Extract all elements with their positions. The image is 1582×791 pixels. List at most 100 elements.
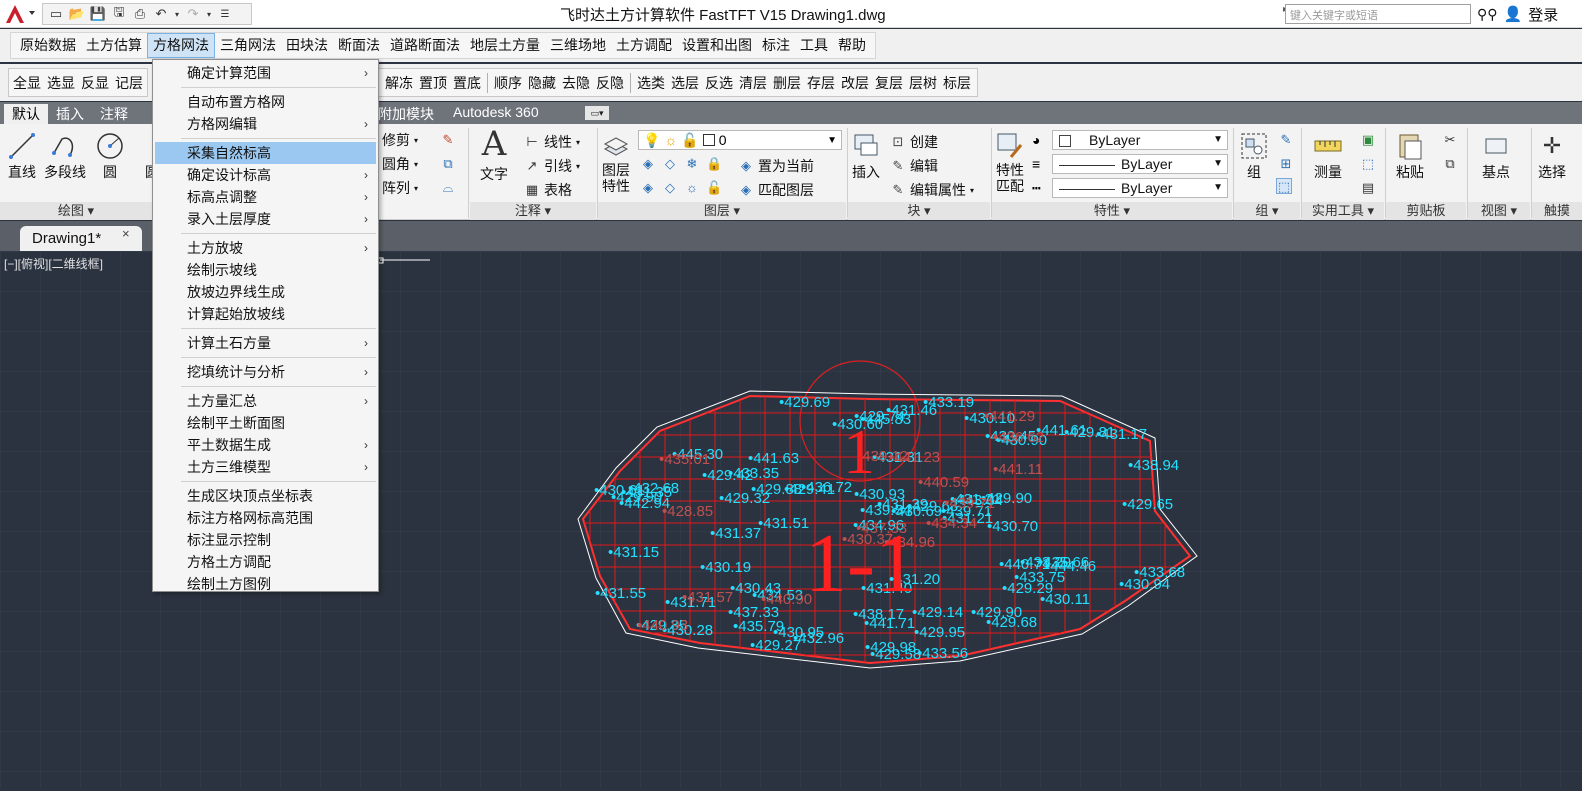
copy-object-icon[interactable]: ⧉	[440, 156, 456, 172]
draw-panel-label[interactable]: 绘图 ▾	[0, 202, 152, 220]
toolbar-button[interactable]: 去隐	[562, 73, 590, 93]
toolbar-button[interactable]: 复层	[875, 73, 903, 93]
dropdown-menu-item[interactable]: 土方三维模型 ›	[153, 456, 378, 478]
layer-unisolate-icon[interactable]: ◇	[662, 180, 678, 196]
group-select-icon[interactable]: ⬚	[1276, 178, 1292, 194]
toolbar-button[interactable]: 顺序	[494, 73, 522, 93]
line-tool[interactable]: 直线	[6, 130, 38, 182]
layer-on-icon[interactable]: ◈	[640, 180, 656, 196]
menu-item[interactable]: 三维场地	[545, 33, 611, 58]
group-panel-label[interactable]: 组 ▾	[1234, 202, 1300, 220]
menu-item[interactable]: 原始数据	[15, 33, 81, 58]
dropdown-menu-item[interactable]: 平土数据生成 ›	[153, 434, 378, 456]
print-icon[interactable]: ⎙	[131, 5, 149, 23]
layer-off-icon[interactable]: ◈	[640, 156, 656, 172]
dropdown-menu-item[interactable]: 标注显示控制	[153, 529, 378, 551]
dropdown-menu-item[interactable]: 标高点调整 ›	[153, 186, 378, 208]
dropdown-menu-item[interactable]: 确定计算范围 ›	[153, 62, 378, 84]
dropdown-menu-item[interactable]: 土方放坡 ›	[153, 237, 378, 259]
toolbar-button[interactable]: 层树	[909, 73, 937, 93]
touch-panel-label[interactable]: 触摸	[1532, 202, 1582, 220]
linetype-dropdown[interactable]: ByLayer ▼	[1052, 178, 1228, 198]
layer-freeze-icon[interactable]: ❄	[684, 156, 700, 172]
circle-tool[interactable]: 圆	[94, 130, 126, 182]
edit-block-tool[interactable]: ✎ 编辑	[890, 156, 938, 176]
binoculars-icon[interactable]: ⚲⚲	[1477, 6, 1498, 23]
toolbar-button[interactable]: 反显	[81, 73, 109, 93]
calculator-icon[interactable]: ▤	[1360, 180, 1376, 196]
layer-dropdown[interactable]: 💡 ☼ 🔓 0 ▼	[638, 130, 842, 150]
toolbar-button[interactable]: 清层	[739, 73, 767, 93]
dropdown-menu-item[interactable]: 生成区块顶点坐标表	[153, 485, 378, 507]
user-icon[interactable]: 👤	[1504, 5, 1523, 23]
measure-tool[interactable]: 测量	[1312, 130, 1344, 182]
ungroup-icon[interactable]: ⊞	[1278, 156, 1294, 172]
dropdown-menu-item[interactable]: 计算起始放坡线	[153, 303, 378, 325]
menu-item[interactable]: 标注	[757, 33, 795, 58]
toolbar-button[interactable]: 选类	[637, 73, 665, 93]
layer-unlock-icon[interactable]: 🔓	[706, 180, 722, 196]
viewport-controls[interactable]: [−][俯视][二维线框]	[4, 255, 103, 272]
redo-icon[interactable]: ↷	[184, 5, 202, 23]
close-tab-icon[interactable]: ×	[122, 226, 130, 241]
create-block-tool[interactable]: ⊡ 创建	[890, 132, 938, 152]
set-current-tool[interactable]: ◈ 置为当前	[738, 156, 814, 176]
utilities-panel-label[interactable]: 实用工具 ▾	[1302, 202, 1384, 220]
text-tool[interactable]: A 文字	[478, 124, 510, 184]
new-file-icon[interactable]: ▭	[47, 5, 65, 23]
menu-item-highlighted[interactable]: 采集自然标高	[155, 142, 376, 164]
base-point-tool[interactable]: 基点	[1480, 130, 1512, 182]
toolbar-button[interactable]: 存层	[807, 73, 835, 93]
menu-item[interactable]: 田块法	[281, 33, 333, 58]
undo-icon[interactable]: ↶	[152, 5, 170, 23]
save-as-icon[interactable]: 🖫	[110, 4, 128, 23]
fillet-tool[interactable]: 圆角 ▾	[382, 154, 418, 174]
toolbar-button[interactable]: 选显	[47, 73, 75, 93]
dropdown-menu-item[interactable]: 方格土方调配	[153, 551, 378, 573]
layer-thaw-icon[interactable]: ☼	[684, 180, 700, 196]
block-panel-label[interactable]: 块 ▾	[848, 202, 990, 220]
search-input[interactable]: 键入关键字或短语	[1285, 4, 1471, 24]
group-tool[interactable]: 组	[1238, 130, 1270, 182]
menu-item-active[interactable]: 方格网法	[147, 33, 215, 58]
toolbar-button[interactable]: 记层	[115, 73, 143, 93]
match-properties-tool[interactable]: 特性匹配	[994, 130, 1026, 192]
ribbon-options-icon[interactable]: ▭▾	[585, 106, 609, 120]
dropdown-menu-item[interactable]: 确定设计标高 ›	[153, 164, 378, 186]
customize-dropdown-icon[interactable]: ☰	[216, 5, 234, 23]
dropdown-menu-item[interactable]: 绘制平土断面图	[153, 412, 378, 434]
color-dropdown[interactable]: ByLayer ▼	[1052, 130, 1228, 150]
select-all-icon[interactable]: ⬚	[1360, 156, 1376, 172]
tab-addins[interactable]: 附加模块	[378, 104, 434, 124]
app-logo-button[interactable]	[2, 2, 40, 26]
tab-default[interactable]: 默认	[4, 104, 48, 124]
toolbar-button[interactable]: 选层	[671, 73, 699, 93]
polyline-tool[interactable]: 多段线	[44, 130, 86, 182]
quick-select-icon[interactable]: ▣	[1360, 132, 1376, 148]
menu-item[interactable]: 三角网法	[215, 33, 281, 58]
save-icon[interactable]: 💾	[89, 5, 107, 23]
undo-dropdown-icon[interactable]: ▾	[173, 5, 181, 23]
linear-dim-tool[interactable]: ⊢ 线性 ▾	[524, 132, 580, 152]
trim-tool[interactable]: 修剪 ▾	[382, 130, 418, 150]
toolbar-button[interactable]: 删层	[773, 73, 801, 93]
annotation-panel-label[interactable]: 注释 ▾	[470, 202, 596, 220]
open-folder-icon[interactable]: 📂	[68, 5, 86, 23]
toolbar-button[interactable]: 置底	[453, 73, 481, 93]
insert-block-tool[interactable]: 插入	[850, 130, 882, 182]
edit-attribute-tool[interactable]: ✎ 编辑属性 ▾	[890, 180, 974, 200]
toolbar-button[interactable]: 标层	[943, 73, 971, 93]
dropdown-menu-item[interactable]: 绘制土方图例	[153, 573, 378, 595]
table-tool[interactable]: ▦ 表格	[524, 180, 572, 200]
toolbar-button[interactable]: 反隐	[596, 73, 624, 93]
layer-properties-tool[interactable]: 图层特性	[600, 130, 632, 192]
toolbar-button[interactable]: 置顶	[419, 73, 447, 93]
toolbar-button[interactable]: 解冻	[385, 73, 413, 93]
brush-icon[interactable]: ✎	[440, 132, 456, 148]
tab-autodesk-360[interactable]: Autodesk 360	[453, 104, 539, 120]
lineweight-dropdown[interactable]: ByLayer ▼	[1052, 154, 1228, 174]
layer-isolate-icon[interactable]: ◇	[662, 156, 678, 172]
select-mode-tool[interactable]: ✛ 选择	[1536, 130, 1568, 182]
group-edit-icon[interactable]: ✎	[1278, 132, 1294, 148]
dropdown-menu-item[interactable]: 计算土石方量 ›	[153, 332, 378, 354]
